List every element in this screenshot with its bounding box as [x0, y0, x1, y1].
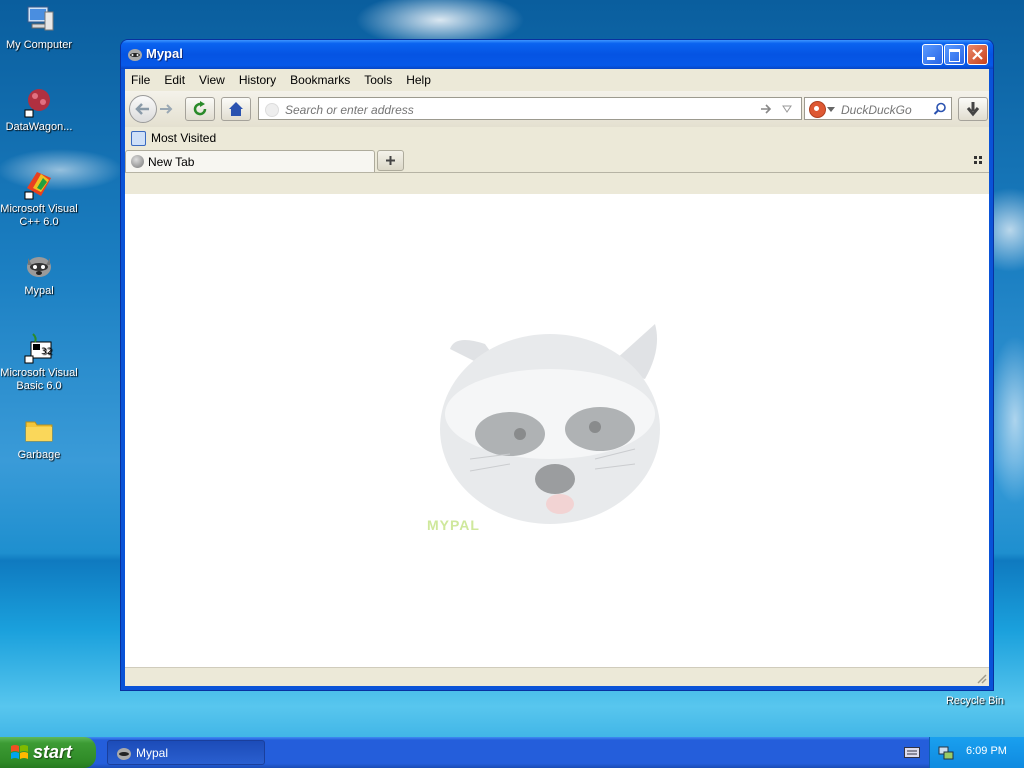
desktop-icon-label: Microsoft Visual C++ 6.0	[0, 203, 78, 228]
search-input[interactable]	[839, 101, 933, 119]
maximize-button[interactable]	[944, 44, 965, 65]
search-bar[interactable]	[804, 97, 952, 120]
search-icon[interactable]	[933, 102, 947, 116]
taskbar-item-mypal[interactable]: Mypal	[107, 740, 265, 765]
address-input[interactable]	[283, 101, 757, 119]
desktop-icon-visual-cpp[interactable]: Microsoft Visual C++ 6.0	[0, 168, 78, 229]
desktop-icon-garbage[interactable]: Garbage	[0, 414, 78, 462]
navigation-toolbar	[125, 91, 989, 127]
page-content: MYPAL	[125, 194, 989, 668]
desktop-icon-label: Garbage	[17, 449, 61, 461]
menu-history[interactable]: History	[239, 73, 276, 87]
close-button[interactable]	[967, 44, 988, 65]
window-client: File Edit View History Bookmarks Tools H…	[125, 69, 989, 686]
browser-window: Mypal File Edit View History Bookmarks T…	[121, 40, 993, 690]
menu-file[interactable]: File	[131, 73, 150, 87]
home-button[interactable]	[221, 97, 251, 121]
menu-edit[interactable]: Edit	[164, 73, 185, 87]
raccoon-icon	[117, 748, 131, 760]
desktop-icon-label: My Computer	[5, 39, 73, 51]
address-bar[interactable]	[258, 97, 802, 120]
dropdown-icon[interactable]	[781, 103, 793, 115]
site-identity-icon	[265, 103, 279, 117]
close-icon	[972, 49, 983, 60]
tab-groups-icon[interactable]	[973, 155, 985, 167]
svg-text:32: 32	[41, 347, 52, 357]
mypal-logo-text: MYPAL	[427, 517, 480, 533]
resize-grip-icon[interactable]	[976, 673, 988, 685]
reload-button[interactable]	[185, 97, 215, 121]
new-tab-button[interactable]	[377, 150, 404, 171]
desktop-icon-mypal[interactable]: Mypal	[0, 250, 78, 298]
menu-view[interactable]: View	[199, 73, 225, 87]
plus-icon	[386, 156, 395, 165]
tab-label: New Tab	[148, 155, 195, 169]
back-arrow-icon	[135, 103, 149, 115]
back-button[interactable]	[129, 95, 157, 123]
home-icon	[229, 102, 243, 116]
search-engine-dropdown-icon[interactable]	[827, 106, 835, 114]
network-icon[interactable]	[938, 745, 954, 761]
mypal-raccoon-logo	[430, 309, 670, 549]
folder-icon	[23, 414, 55, 446]
start-button[interactable]: start	[0, 737, 96, 768]
visual-basic-icon: 32	[23, 332, 55, 364]
duckduckgo-icon[interactable]	[809, 101, 826, 118]
minimize-icon	[927, 57, 935, 60]
raccoon-icon	[127, 46, 143, 62]
go-arrow-icon[interactable]	[759, 102, 773, 116]
globe-icon	[131, 155, 144, 168]
download-arrow-icon	[966, 102, 980, 117]
most-visited-bookmark[interactable]: Most Visited	[131, 130, 217, 146]
menu-help[interactable]: Help	[406, 73, 431, 87]
tab-strip: New Tab	[125, 149, 989, 173]
desktop-icon-label: Microsoft Visual Basic 6.0	[0, 367, 78, 392]
computer-icon	[23, 4, 55, 36]
desktop-icon-visual-basic[interactable]: 32 Microsoft Visual Basic 6.0	[0, 332, 78, 393]
forward-arrow-icon	[160, 104, 173, 114]
title-bar[interactable]: Mypal	[121, 40, 993, 69]
taskbar-item-label: Mypal	[136, 746, 169, 760]
status-bar	[125, 667, 989, 686]
clock[interactable]: 6:09 PM	[966, 745, 1007, 757]
reload-icon	[193, 101, 207, 116]
most-visited-label: Most Visited	[151, 131, 217, 145]
datawagon-icon	[23, 86, 55, 118]
forward-button[interactable]	[158, 101, 174, 117]
menu-bookmarks[interactable]: Bookmarks	[290, 73, 350, 87]
bookmarks-toolbar: Most Visited	[125, 127, 989, 149]
most-visited-icon	[131, 130, 146, 146]
raccoon-icon	[23, 250, 55, 282]
desktop-icon-datawagon[interactable]: DataWagon...	[0, 86, 78, 134]
maximize-icon	[949, 49, 960, 62]
desktop-icon-label: DataWagon...	[5, 121, 73, 133]
visual-cpp-icon	[23, 168, 55, 200]
keyboard-icon[interactable]	[904, 747, 920, 759]
system-tray: 6:09 PM	[929, 737, 1024, 768]
desktop-icon-label: Mypal	[24, 285, 54, 297]
tab-new-tab[interactable]: New Tab	[125, 150, 375, 172]
desktop-icon-my-computer[interactable]: My Computer	[0, 4, 78, 52]
recycle-bin-label[interactable]: Recycle Bin	[940, 695, 1010, 707]
start-label: start	[33, 742, 73, 762]
menu-bar: File Edit View History Bookmarks Tools H…	[125, 69, 989, 91]
window-title: Mypal	[146, 46, 183, 61]
menu-tools[interactable]: Tools	[364, 73, 392, 87]
minimize-button[interactable]	[922, 44, 943, 65]
downloads-button[interactable]	[958, 97, 988, 121]
taskbar: start Mypal 6:09 PM	[0, 737, 1024, 768]
windows-logo-icon	[11, 745, 28, 759]
